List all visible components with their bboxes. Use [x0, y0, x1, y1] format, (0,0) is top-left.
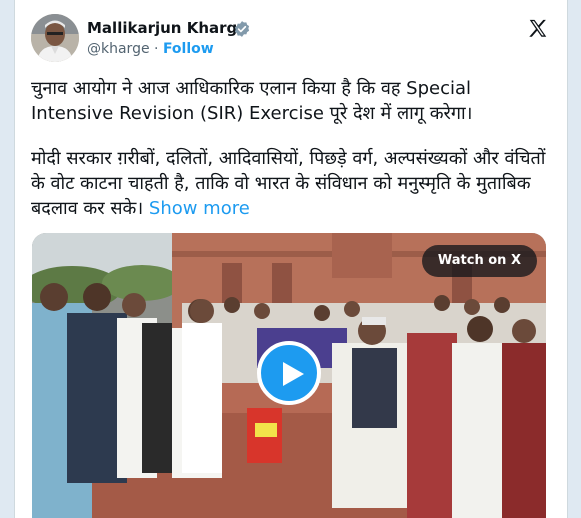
verified-badge-icon: [234, 21, 250, 37]
show-more-link[interactable]: Show more: [149, 198, 250, 219]
video-thumbnail[interactable]: Watch on X: [32, 233, 546, 518]
avatar-image: [31, 14, 79, 62]
avatar[interactable]: [31, 14, 79, 62]
x-logo-icon[interactable]: [527, 18, 549, 40]
handle-row: @kharge · Follow: [87, 41, 214, 57]
handle-separator: ·: [154, 41, 159, 57]
follow-button[interactable]: Follow: [163, 41, 214, 57]
tweet-paragraph-2: मोदी सरकार ग़रीबों, दलितों, आदिवासियों, …: [31, 146, 551, 221]
tweet-text: चुनाव आयोग ने आज आधिकारिक एलान किया है क…: [31, 76, 551, 221]
author-handle[interactable]: @kharge: [87, 41, 150, 57]
tweet-paragraph-2-text: मोदी सरकार ग़रीबों, दलितों, आदिवासियों, …: [31, 148, 546, 219]
tweet-paragraph-1: चुनाव आयोग ने आज आधिकारिक एलान किया है क…: [31, 78, 473, 124]
tweet-card: Mallikarjun Kharge @kharge · Follow चुना…: [14, 0, 568, 518]
play-button[interactable]: [257, 341, 321, 405]
play-icon: [283, 362, 304, 386]
author-name[interactable]: Mallikarjun Kharge: [87, 19, 247, 37]
watch-on-x-button[interactable]: Watch on X: [421, 245, 537, 277]
